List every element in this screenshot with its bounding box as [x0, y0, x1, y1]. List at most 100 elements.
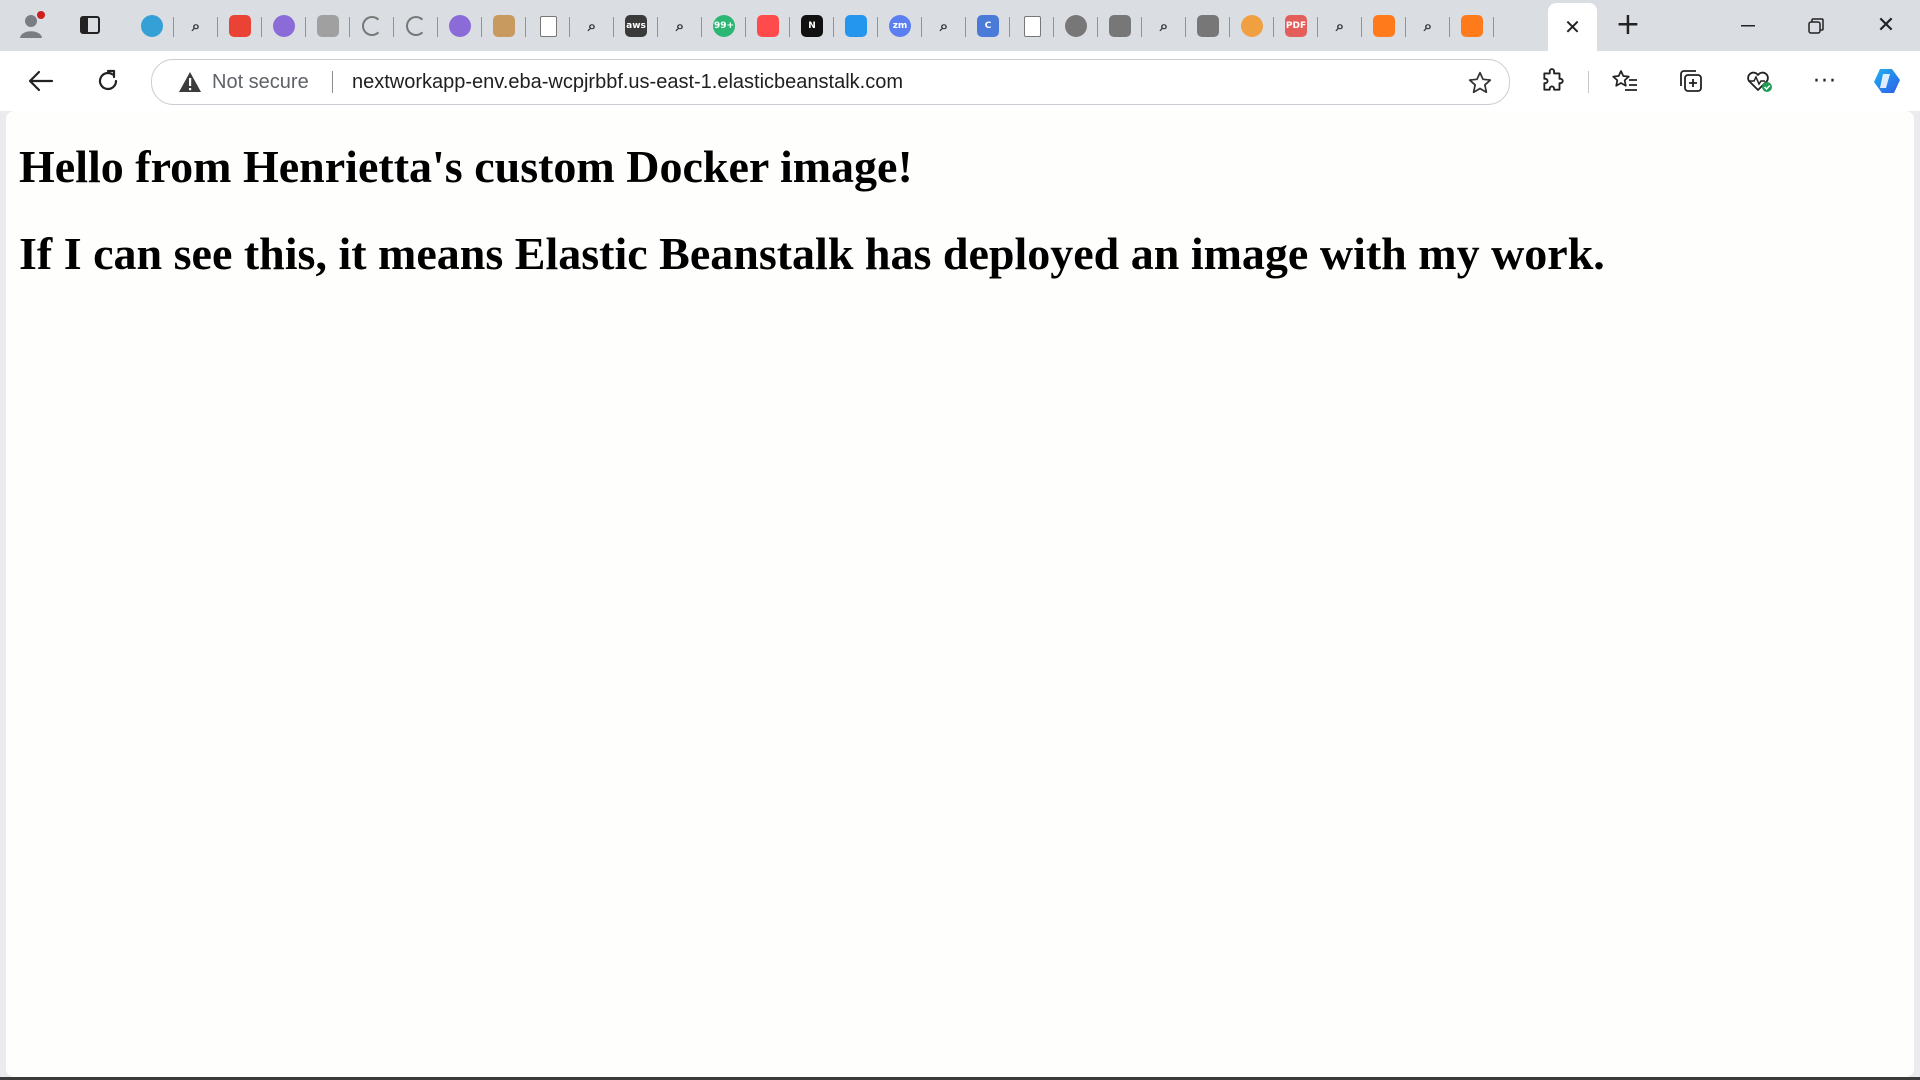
active-tab[interactable]: ✕	[1548, 3, 1597, 51]
favorites-button[interactable]	[1604, 60, 1646, 102]
tab-separator	[1493, 17, 1494, 37]
browser-tab[interactable]: ⌕	[922, 7, 966, 45]
page-icon	[539, 15, 557, 37]
browser-tab[interactable]: aws	[614, 7, 658, 45]
aws-icon: aws	[625, 15, 647, 37]
more-options-button[interactable]: ···	[1804, 60, 1846, 102]
page-icon	[1023, 15, 1041, 37]
copilot-icon	[273, 15, 295, 37]
browser-essentials-button[interactable]	[1738, 60, 1780, 102]
browser-tab[interactable]	[1054, 7, 1098, 45]
tab-bar: ⌕ ⌕ aws ⌕ 99+ Nzm ⌕ C ⌕ PDF ⌕ ⌕ ✕ + ✕	[0, 0, 1920, 51]
c-icon: C	[977, 15, 999, 37]
browser-tab[interactable]: ⌕	[1406, 7, 1450, 45]
restore-icon	[1808, 17, 1824, 34]
docker-icon	[845, 15, 867, 37]
tab-actions-button[interactable]	[68, 6, 112, 44]
cloud-icon	[493, 15, 515, 37]
browser-tab[interactable]	[482, 7, 526, 45]
collections-icon	[1680, 70, 1702, 92]
search-icon: ⌕	[939, 17, 949, 35]
browser-tab[interactable]	[130, 7, 174, 45]
restore-button[interactable]	[1782, 0, 1850, 51]
navigation-toolbar: Not secure nextworkapp-env.eba-wcpjrbbf.…	[0, 51, 1920, 111]
browser-tab[interactable]: N	[790, 7, 834, 45]
star-icon	[1468, 71, 1492, 94]
briefcase-icon	[1197, 15, 1219, 37]
browser-tab[interactable]	[218, 7, 262, 45]
chat-icon: 99+	[713, 15, 735, 37]
loading-icon	[406, 16, 426, 36]
plus-icon: +	[1615, 7, 1641, 42]
people-icon	[1241, 15, 1263, 37]
browser-tab[interactable]	[394, 7, 438, 45]
page-viewport: Hello from Henrietta's custom Docker ima…	[6, 111, 1914, 1077]
cloud-up-icon	[1461, 15, 1483, 37]
browser-tab[interactable]	[526, 7, 570, 45]
address-divider	[332, 71, 333, 93]
search-icon: ⌕	[1423, 17, 1433, 35]
terminal-icon	[1109, 15, 1131, 37]
pdf-icon: PDF	[1285, 15, 1307, 37]
refresh-icon	[98, 69, 118, 91]
browser-tab[interactable]	[834, 7, 878, 45]
browser-tab[interactable]	[350, 7, 394, 45]
copilot-button[interactable]	[1866, 60, 1908, 102]
tab-strip: ⌕ ⌕ aws ⌕ 99+ Nzm ⌕ C ⌕ PDF ⌕ ⌕	[130, 6, 1494, 46]
vertical-tabs-icon	[80, 16, 100, 34]
browser-tab[interactable]: 99+	[702, 7, 746, 45]
copilot-icon	[1874, 69, 1900, 93]
browser-tab[interactable]: ⌕	[570, 7, 614, 45]
search-icon: ⌕	[1159, 17, 1169, 35]
not-secure-label: Not secure	[212, 70, 309, 93]
browser-tab[interactable]: zm	[878, 7, 922, 45]
new-tab-button[interactable]: +	[1606, 6, 1650, 44]
refresh-button[interactable]	[87, 60, 129, 102]
browser-tab[interactable]	[1362, 7, 1406, 45]
browser-tab[interactable]	[1098, 7, 1142, 45]
profile-icon	[20, 11, 45, 38]
browser-tab[interactable]	[746, 7, 790, 45]
favorites-list-icon	[1612, 70, 1637, 91]
toolbar-divider	[1588, 71, 1589, 93]
warning-icon	[179, 72, 201, 92]
favorite-button[interactable]	[1467, 70, 1493, 100]
profile-button[interactable]	[10, 6, 54, 44]
browser-tab[interactable]: ⌕	[1142, 7, 1186, 45]
url-text[interactable]: nextworkapp-env.eba-wcpjrbbf.us-east-1.e…	[352, 60, 903, 104]
heart-pulse-icon	[1747, 71, 1772, 92]
minimize-button[interactable]	[1714, 0, 1782, 51]
puzzle-icon	[1543, 68, 1564, 91]
browser-tab[interactable]: C	[966, 7, 1010, 45]
close-window-button[interactable]: ✕	[1852, 0, 1920, 51]
browser-tab[interactable]	[1010, 7, 1054, 45]
search-icon: ⌕	[675, 17, 685, 35]
browser-tab[interactable]: PDF	[1274, 7, 1318, 45]
youtube-icon	[757, 15, 779, 37]
edge-icon	[141, 15, 163, 37]
browser-tab[interactable]	[438, 7, 482, 45]
search-icon: ⌕	[191, 17, 201, 35]
browser-tab[interactable]	[262, 7, 306, 45]
browser-tab[interactable]	[306, 7, 350, 45]
browser-tab[interactable]: ⌕	[174, 7, 218, 45]
close-tab-icon[interactable]: ✕	[1564, 15, 1581, 39]
browser-tab[interactable]: ⌕	[1318, 7, 1362, 45]
page-subheading: If I can see this, it means Elastic Bean…	[19, 228, 1605, 279]
browser-tab[interactable]: ⌕	[658, 7, 702, 45]
browser-tab[interactable]	[1230, 7, 1274, 45]
back-button[interactable]	[20, 60, 62, 102]
search-icon: ⌕	[587, 17, 597, 35]
extensions-button[interactable]	[1532, 60, 1574, 102]
copilot-icon	[449, 15, 471, 37]
address-bar[interactable]: Not secure nextworkapp-env.eba-wcpjrbbf.…	[151, 59, 1510, 105]
loading-icon	[362, 16, 382, 36]
close-icon: ✕	[1876, 13, 1896, 38]
x-app-icon	[1373, 15, 1395, 37]
browser-tab[interactable]	[1186, 7, 1230, 45]
collections-button[interactable]	[1670, 60, 1712, 102]
security-indicator[interactable]: Not secure	[178, 60, 309, 104]
browser-tab[interactable]	[1450, 7, 1494, 45]
gmail-icon	[229, 15, 251, 37]
zoom-icon: zm	[889, 15, 911, 37]
